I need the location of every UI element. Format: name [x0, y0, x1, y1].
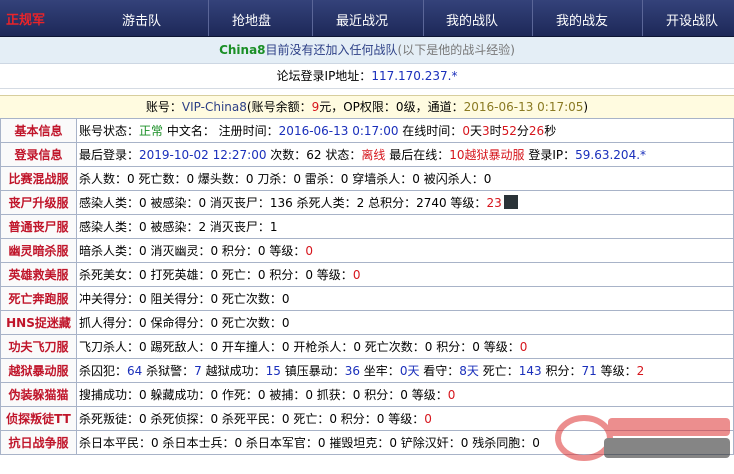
row-label: 越狱暴动服 [0, 358, 77, 383]
row-label: HNS捉迷藏 [0, 310, 77, 335]
site-logo[interactable]: 正规军 [6, 9, 45, 28]
nav-recent-battles[interactable]: 最近战况 [336, 10, 388, 29]
level-value: 2 [636, 364, 645, 378]
table-row: 普通丧尸服 感染人类：0 被感染：2 消灭丧尸：1 [0, 214, 734, 239]
table-row: 功夫飞刀服 飞刀杀人：0 踢死敌人：0 开车撞人：0 开枪杀人：0 死亡次数：0… [0, 334, 734, 359]
row-label: 幽灵暗杀服 [0, 238, 77, 263]
row-label: 英雄救美服 [0, 262, 77, 287]
op-level: 0 [395, 100, 404, 114]
team-notice: China8目前没有还加入任何战队(以下是他的战斗经验) [0, 37, 734, 64]
table-row: 英雄救美服 杀死美女：0 打死英雄：0 死亡：0 积分：0 等级：0 [0, 262, 734, 287]
row-content: 最后登录：2019-10-02 12:27:00 次数：62 状态：离线 最后在… [76, 142, 734, 167]
notice-note: (以下是他的战斗经验) [397, 43, 515, 57]
nav-guerrilla[interactable]: 游击队 [122, 10, 161, 29]
row-label: 登录信息 [0, 142, 77, 167]
account-status: 正常 [139, 124, 164, 138]
level-value: 0 [305, 244, 313, 258]
table-row: HNS捉迷藏 抓人得分：0 保命得分：0 死亡次数：0 [0, 310, 734, 335]
row-content: 暗杀人类：0 消灭幽灵：0 积分：0 等级：0 [76, 238, 734, 263]
last-login: 2019-10-02 12:27:00 [139, 148, 267, 162]
table-row: 基本信息 账号状态：正常 中文名： 注册时间：2016-06-13 0:17:0… [0, 118, 734, 143]
row-label: 抗日战争服 [0, 430, 77, 455]
row-content: 杀囚犯：64 杀狱警：7 越狱成功：15 镇压暴动：36 坐牢：0天 看守：8天… [76, 358, 734, 383]
ip-value: 117.170.237.* [371, 69, 458, 83]
nav-divider [532, 0, 533, 36]
row-content: 抓人得分：0 保命得分：0 死亡次数：0 [76, 310, 734, 335]
level-value: 0 [519, 340, 528, 354]
nav-divider [423, 0, 424, 36]
table-row: 越狱暴动服 杀囚犯：64 杀狱警：7 越狱成功：15 镇压暴动：36 坐牢：0天… [0, 358, 734, 383]
row-content: 感染人类：0 被感染：2 消灭丧尸：1 [76, 214, 734, 239]
ip-label: 论坛登录IP地址： [276, 69, 372, 83]
row-content: 杀人数：0 死亡数：0 爆头数：0 刀杀：0 雷杀：0 穿墙杀人：0 被闪杀人：… [76, 166, 734, 191]
table-row: 死亡奔跑服 冲关得分：0 阻关得分：0 死亡次数：0 [0, 286, 734, 311]
row-label: 普通丧尸服 [0, 214, 77, 239]
row-content: 冲关得分：0 阻关得分：0 死亡次数：0 [76, 286, 734, 311]
row-content: 杀死美女：0 打死英雄：0 死亡：0 积分：0 等级：0 [76, 262, 734, 287]
top-navigation: 正规军 游击队 抢地盘 最近战况 我的战队 我的战友 开设战队 [0, 0, 734, 37]
nav-create-team[interactable]: 开设战队 [666, 10, 718, 29]
row-label: 死亡奔跑服 [0, 286, 77, 311]
watermark-logo [555, 415, 730, 461]
user-name[interactable]: China8 [219, 43, 265, 57]
account-line: 账号：VIP-China8(账号余额：9元，OP权限：0级，通道：2016-06… [0, 95, 734, 119]
ip-line: 论坛登录IP地址：117.170.237.* [0, 64, 734, 89]
login-count: 62 [306, 148, 322, 162]
notice-text: 目前没有还加入任何战队 [265, 43, 398, 57]
nav-my-friends[interactable]: 我的战友 [556, 10, 608, 29]
nav-divider [642, 0, 643, 36]
nav-divider [208, 0, 209, 36]
rank-icon [503, 195, 518, 209]
row-content: 感染人类：0 被感染：0 消灭丧尸：136 杀死人类：2 总积分：2740 等级… [76, 190, 734, 215]
login-ip: 59.63.204.* [575, 148, 647, 162]
row-content: 飞刀杀人：0 踢死敌人：0 开车撞人：0 开枪杀人：0 死亡次数：0 积分：0 … [76, 334, 734, 359]
channel-time: 2016-06-13 0:17:05 [463, 100, 584, 114]
table-row: 比赛混战服 杀人数：0 死亡数：0 爆头数：0 刀杀：0 雷杀：0 穿墙杀人：0… [0, 166, 734, 191]
row-content: 搜捕成功：0 躲藏成功：0 作死：0 被捕：0 抓获：0 积分：0 等级：0 [76, 382, 734, 407]
table-row: 幽灵暗杀服 暗杀人类：0 消灭幽灵：0 积分：0 等级：0 [0, 238, 734, 263]
level-value: 0 [447, 388, 456, 402]
table-row: 登录信息 最后登录：2019-10-02 12:27:00 次数：62 状态：离… [0, 142, 734, 167]
table-row: 丧尸升级服 感染人类：0 被感染：0 消灭丧尸：136 杀死人类：2 总积分：2… [0, 190, 734, 215]
account-id: VIP-China8 [181, 100, 247, 114]
level-value: 0 [352, 268, 361, 282]
row-label: 比赛混战服 [0, 166, 77, 191]
online-status: 离线 [361, 148, 386, 162]
nav-territory[interactable]: 抢地盘 [232, 10, 271, 29]
row-content: 账号状态：正常 中文名： 注册时间：2016-06-13 0:17:00 在线时… [76, 118, 734, 143]
level-value: 0 [424, 412, 432, 426]
row-label: 伪装躲猫猫 [0, 382, 77, 407]
nav-divider [312, 0, 313, 36]
row-label: 丧尸升级服 [0, 190, 77, 215]
level-value: 23 [486, 196, 502, 210]
row-label: 侦探叛徒TT [0, 406, 77, 431]
register-time: 2016-06-13 0:17:00 [278, 124, 399, 138]
last-server: 10越狱暴动服 [449, 148, 525, 162]
table-row: 伪装躲猫猫 搜捕成功：0 躲藏成功：0 作死：0 被捕：0 抓获：0 积分：0 … [0, 382, 734, 407]
row-label: 功夫飞刀服 [0, 334, 77, 359]
row-label: 基本信息 [0, 118, 77, 143]
nav-my-team[interactable]: 我的战队 [446, 10, 498, 29]
